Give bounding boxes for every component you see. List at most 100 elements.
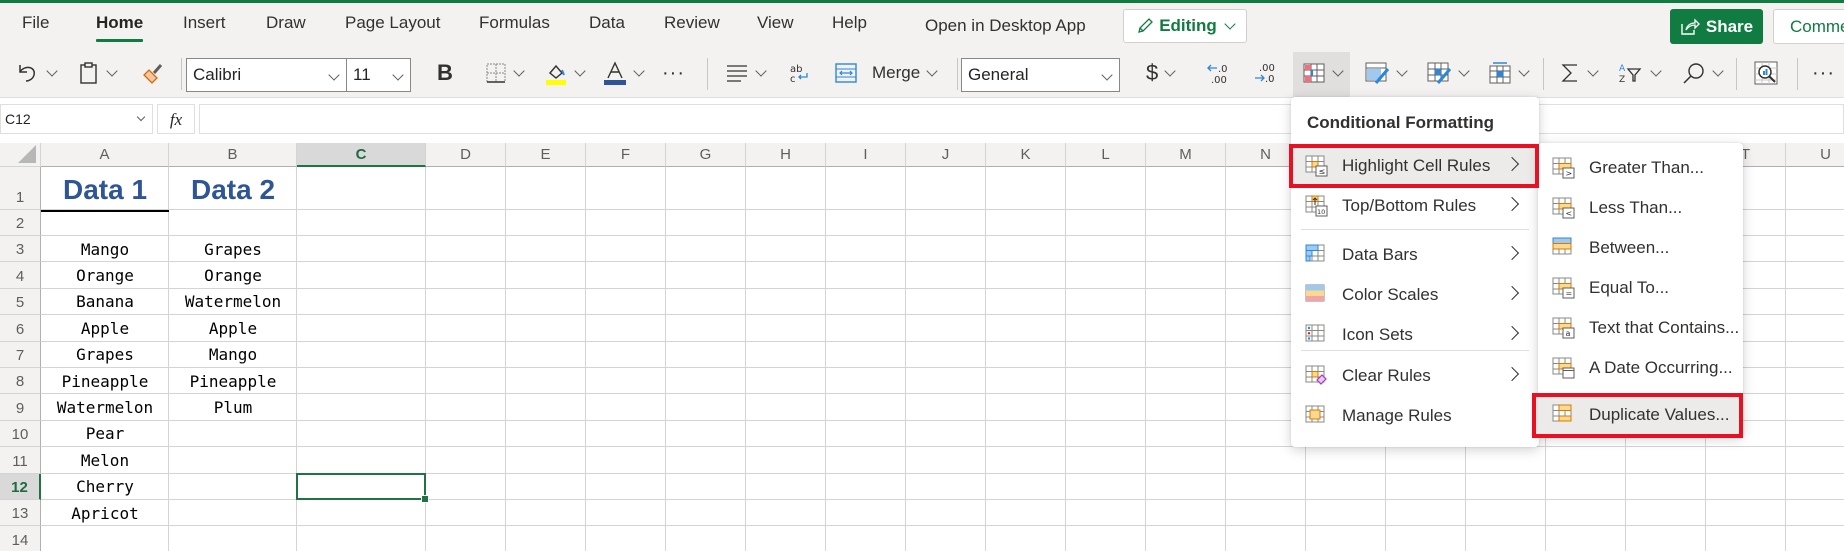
align-button[interactable]: [725, 55, 771, 91]
cell-styles-button[interactable]: [1426, 55, 1474, 91]
column-header-u[interactable]: U: [1786, 143, 1844, 167]
cell-b6[interactable]: Apple: [169, 315, 297, 341]
tab-formulas[interactable]: Formulas: [479, 13, 550, 33]
cell-b4[interactable]: Orange: [169, 262, 297, 288]
tab-review[interactable]: Review: [664, 13, 720, 33]
row-header-8[interactable]: 8: [0, 368, 41, 395]
comments-button[interactable]: Comments: [1773, 9, 1844, 44]
row-header-14[interactable]: 14: [0, 526, 41, 551]
menu-item-clear-rules[interactable]: Clear Rules: [1291, 356, 1539, 396]
currency-format-button[interactable]: $: [1146, 55, 1180, 91]
row-header-6[interactable]: 6: [0, 315, 41, 342]
cell-b7[interactable]: Mango: [169, 342, 297, 368]
column-header-j[interactable]: J: [906, 143, 986, 167]
row-header-11[interactable]: 11: [0, 447, 41, 474]
cell-a1[interactable]: Data 1: [41, 167, 169, 210]
column-header-l[interactable]: L: [1066, 143, 1146, 167]
tab-page-layout[interactable]: Page Layout: [345, 13, 440, 33]
cell-b3[interactable]: Grapes: [169, 236, 297, 262]
selected-cell-c12[interactable]: [296, 472, 429, 504]
cell-b8[interactable]: Pineapple: [169, 368, 297, 394]
autosum-button[interactable]: [1559, 55, 1603, 91]
tab-home[interactable]: Home: [96, 13, 144, 42]
analyze-data-button[interactable]: [1753, 55, 1779, 91]
column-header-m[interactable]: M: [1146, 143, 1226, 167]
row-header-13[interactable]: 13: [0, 500, 41, 527]
name-box[interactable]: C12: [0, 104, 153, 134]
column-header-d[interactable]: D: [426, 143, 506, 167]
sort-filter-button[interactable]: AZ: [1618, 55, 1666, 91]
format-as-table-button[interactable]: [1364, 55, 1412, 91]
more-font-options-button[interactable]: ···: [662, 55, 685, 91]
menu-item-highlight-cell-rules[interactable]: ≤ Highlight Cell Rules: [1291, 146, 1539, 186]
submenu-item-less-than[interactable]: < Less Than...: [1538, 188, 1743, 228]
column-header-e[interactable]: E: [506, 143, 586, 167]
font-color-button[interactable]: [603, 55, 649, 91]
column-header-g[interactable]: G: [666, 143, 746, 167]
font-name-select[interactable]: Calibri: [186, 58, 347, 92]
decrease-decimal-button[interactable]: .00.0: [1253, 55, 1279, 91]
column-header-f[interactable]: F: [586, 143, 666, 167]
menu-item-icon-sets[interactable]: Icon Sets: [1291, 315, 1539, 355]
undo-button[interactable]: [16, 55, 62, 91]
submenu-item-greater-than[interactable]: > Greater Than...: [1538, 148, 1743, 188]
row-header-12[interactable]: 12: [0, 473, 41, 500]
tab-insert[interactable]: Insert: [183, 13, 226, 33]
row-header-4[interactable]: 4: [0, 262, 41, 289]
share-button[interactable]: Share: [1670, 9, 1763, 44]
row-header-9[interactable]: 9: [0, 394, 41, 421]
column-header-b[interactable]: B: [169, 143, 297, 167]
cell-a10[interactable]: Pear: [41, 421, 169, 447]
cell-a7[interactable]: Grapes: [41, 342, 169, 368]
font-size-select[interactable]: 11: [346, 58, 411, 92]
row-header-2[interactable]: 2: [0, 210, 41, 236]
cell-b5[interactable]: Watermelon: [169, 289, 297, 315]
row-header-10[interactable]: 10: [0, 420, 41, 448]
paste-button[interactable]: [78, 55, 122, 91]
row-header-3[interactable]: 3: [0, 236, 41, 263]
cell-a12[interactable]: Cherry: [41, 474, 169, 500]
cell-a11[interactable]: Melon: [41, 447, 169, 473]
cell-a13[interactable]: Apricot: [41, 500, 169, 526]
tab-help[interactable]: Help: [832, 13, 867, 33]
cell-a9[interactable]: Watermelon: [41, 394, 169, 420]
column-header-h[interactable]: H: [746, 143, 826, 167]
find-select-button[interactable]: [1682, 55, 1728, 91]
menu-item-top-bottom-rules[interactable]: 10 Top/Bottom Rules: [1291, 186, 1539, 226]
insert-cells-button[interactable]: [1488, 55, 1534, 91]
editing-mode-button[interactable]: Editing: [1123, 9, 1247, 43]
tab-file[interactable]: File: [22, 13, 49, 33]
bold-button[interactable]: B: [437, 55, 453, 91]
submenu-item-equal-to[interactable]: = Equal To...: [1538, 268, 1743, 308]
column-header-i[interactable]: I: [826, 143, 906, 167]
cell-a3[interactable]: Mango: [41, 236, 169, 262]
submenu-item-text-that-contains[interactable]: a Text that Contains...: [1538, 308, 1743, 348]
select-all-button[interactable]: [0, 143, 41, 167]
increase-decimal-button[interactable]: .0.00: [1205, 55, 1231, 91]
menu-item-color-scales[interactable]: Color Scales: [1291, 275, 1539, 315]
tab-data[interactable]: Data: [589, 13, 625, 33]
cell-a8[interactable]: Pineapple: [41, 368, 169, 394]
column-header-a[interactable]: A: [41, 143, 169, 167]
submenu-item-between[interactable]: Between...: [1538, 228, 1743, 268]
submenu-item-duplicate-values[interactable]: Duplicate Values...: [1538, 395, 1743, 435]
borders-button[interactable]: [485, 55, 529, 91]
column-header-k[interactable]: K: [986, 143, 1066, 167]
column-header-c[interactable]: C: [297, 143, 426, 167]
tab-draw[interactable]: Draw: [266, 13, 306, 33]
more-options-button[interactable]: ···: [1812, 55, 1835, 91]
format-painter-button[interactable]: [141, 55, 165, 91]
cell-b9[interactable]: Plum: [169, 394, 297, 420]
merge-button[interactable]: Merge: [834, 55, 942, 91]
cell-a5[interactable]: Banana: [41, 289, 169, 315]
wrap-text-button[interactable]: ab c: [787, 55, 811, 91]
formula-input[interactable]: [199, 104, 1844, 134]
menu-item-manage-rules[interactable]: Manage Rules: [1291, 396, 1539, 436]
cell-a4[interactable]: Orange: [41, 262, 169, 288]
row-header-1[interactable]: 1: [0, 167, 41, 210]
fill-color-button[interactable]: [544, 55, 590, 91]
menu-item-data-bars[interactable]: Data Bars: [1291, 235, 1539, 275]
insert-function-button[interactable]: fx: [157, 104, 195, 134]
open-in-desktop-app-link[interactable]: Open in Desktop App: [925, 16, 1086, 36]
number-format-select[interactable]: General: [961, 58, 1120, 92]
